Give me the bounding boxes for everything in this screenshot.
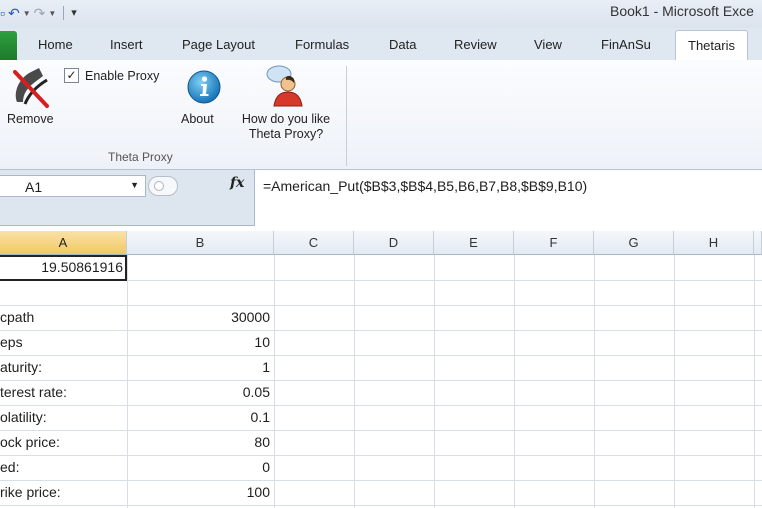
spreadsheet-grid[interactable]: A B C D E F G H 19.50861916 cpath eps at…	[0, 231, 762, 508]
column-header-i[interactable]	[754, 231, 762, 255]
cell-a4[interactable]: eps	[0, 330, 23, 355]
grid-line	[0, 455, 762, 456]
grid-line	[274, 255, 275, 508]
cell-a10[interactable]: rike price:	[0, 480, 61, 505]
undo-dropdown-icon[interactable]: ▼	[23, 9, 31, 18]
cell-a3[interactable]: cpath	[0, 305, 34, 330]
remove-icon	[13, 68, 49, 108]
column-header-c[interactable]: C	[274, 231, 354, 255]
cell-b8[interactable]: 80	[127, 430, 270, 455]
tab-insert[interactable]: Insert	[110, 37, 143, 52]
checkbox-box[interactable]: ✓	[64, 68, 79, 83]
enable-proxy-label: Enable Proxy	[85, 68, 160, 83]
grid-line	[354, 255, 355, 508]
user-chat-icon	[266, 65, 303, 107]
grid-line	[0, 330, 762, 331]
cell-b3[interactable]: 30000	[127, 305, 270, 330]
cell-b9[interactable]: 0	[127, 455, 270, 480]
column-header-a[interactable]: A	[0, 231, 127, 255]
column-header-h[interactable]: H	[674, 231, 754, 255]
tab-formulas[interactable]: Formulas	[295, 37, 349, 52]
name-box[interactable]: A1 ▼	[0, 175, 146, 197]
qat-separator	[63, 6, 65, 20]
grid-line	[434, 255, 435, 508]
quick-access-toolbar: ▫ ↶ ▼ ↷ ▼ ▾	[0, 4, 77, 22]
column-header-e[interactable]: E	[434, 231, 514, 255]
save-icon[interactable]: ▫	[0, 4, 5, 22]
column-header-g[interactable]: G	[594, 231, 674, 255]
about-button[interactable]: About	[178, 60, 230, 135]
cell-a5[interactable]: aturity:	[0, 355, 42, 380]
grid-line	[0, 505, 762, 506]
file-tab[interactable]	[0, 31, 17, 61]
grid-line	[514, 255, 515, 508]
cell-a7[interactable]: olatility:	[0, 405, 47, 430]
tab-data[interactable]: Data	[389, 37, 416, 52]
grid-line	[674, 255, 675, 508]
grid-line	[0, 480, 762, 481]
cell-b6[interactable]: 0.05	[127, 380, 270, 405]
group-label-theta-proxy: Theta Proxy	[108, 150, 173, 164]
cell-a6[interactable]: terest rate:	[0, 380, 67, 405]
tab-thetaris[interactable]: Thetaris	[675, 30, 748, 62]
grid-line	[0, 380, 762, 381]
feedback-label-line1: How do you like	[241, 112, 331, 126]
title-bar: ▫ ↶ ▼ ↷ ▼ ▾ Book1 - Microsoft Exce	[0, 0, 762, 28]
cell-b4[interactable]: 10	[127, 330, 270, 355]
ribbon-group-divider	[346, 66, 347, 166]
grid-line	[0, 355, 762, 356]
grid-line	[0, 405, 762, 406]
cell-b7[interactable]: 0.1	[127, 405, 270, 430]
feedback-label-line2: Theta Proxy?	[248, 127, 324, 141]
column-header-d[interactable]: D	[354, 231, 434, 255]
undo-icon[interactable]: ↶	[8, 4, 20, 22]
window-title: Book1 - Microsoft Exce	[610, 3, 754, 19]
ribbon-panel: Remove ✓ Enable Proxy About How do you l…	[0, 60, 762, 170]
cell-b5[interactable]: 1	[127, 355, 270, 380]
column-header-b[interactable]: B	[127, 231, 274, 255]
tab-review[interactable]: Review	[454, 37, 497, 52]
info-icon	[187, 70, 221, 104]
ribbon-tabs: Home Insert Page Layout Formulas Data Re…	[0, 28, 762, 62]
column-header-f[interactable]: F	[514, 231, 594, 255]
grid-line	[0, 430, 762, 431]
grid-line	[0, 305, 762, 306]
cell-a9[interactable]: ed:	[0, 455, 19, 480]
formula-text: =American_Put($B$3,$B$4,B5,B6,B7,B8,$B$9…	[263, 178, 588, 194]
customize-qat-icon[interactable]: ▾	[71, 4, 77, 22]
tab-page-layout[interactable]: Page Layout	[182, 37, 255, 52]
grid-line	[594, 255, 595, 508]
formula-bar: A1 ▼ fx =American_Put($B$3,$B$4,B5,B6,B7…	[0, 170, 762, 226]
remove-button[interactable]: Remove	[0, 60, 64, 135]
remove-label: Remove	[7, 112, 54, 126]
insert-function-button[interactable]: fx	[230, 175, 244, 191]
redo-dropdown-icon[interactable]: ▼	[48, 9, 56, 18]
name-box-value: A1	[25, 179, 43, 195]
redo-icon[interactable]: ↷	[34, 4, 46, 22]
feedback-button[interactable]: How do you like Theta Proxy?	[232, 60, 340, 146]
cell-b10[interactable]: 100	[127, 480, 270, 505]
tab-finansu[interactable]: FinAnSu	[601, 37, 651, 52]
tab-home[interactable]: Home	[38, 37, 73, 52]
tab-view[interactable]: View	[534, 37, 562, 52]
about-label: About	[181, 112, 214, 126]
active-cell-border	[0, 255, 127, 281]
resize-knob	[154, 181, 164, 191]
cell-a8[interactable]: ock price:	[0, 430, 60, 455]
formula-bar-resize-handle[interactable]	[148, 176, 178, 196]
formula-input[interactable]: =American_Put($B$3,$B$4,B5,B6,B7,B8,$B$9…	[254, 170, 762, 226]
enable-proxy-checkbox[interactable]: ✓ Enable Proxy	[64, 68, 159, 83]
grid-line	[754, 255, 755, 508]
chevron-down-icon[interactable]: ▼	[130, 180, 139, 190]
